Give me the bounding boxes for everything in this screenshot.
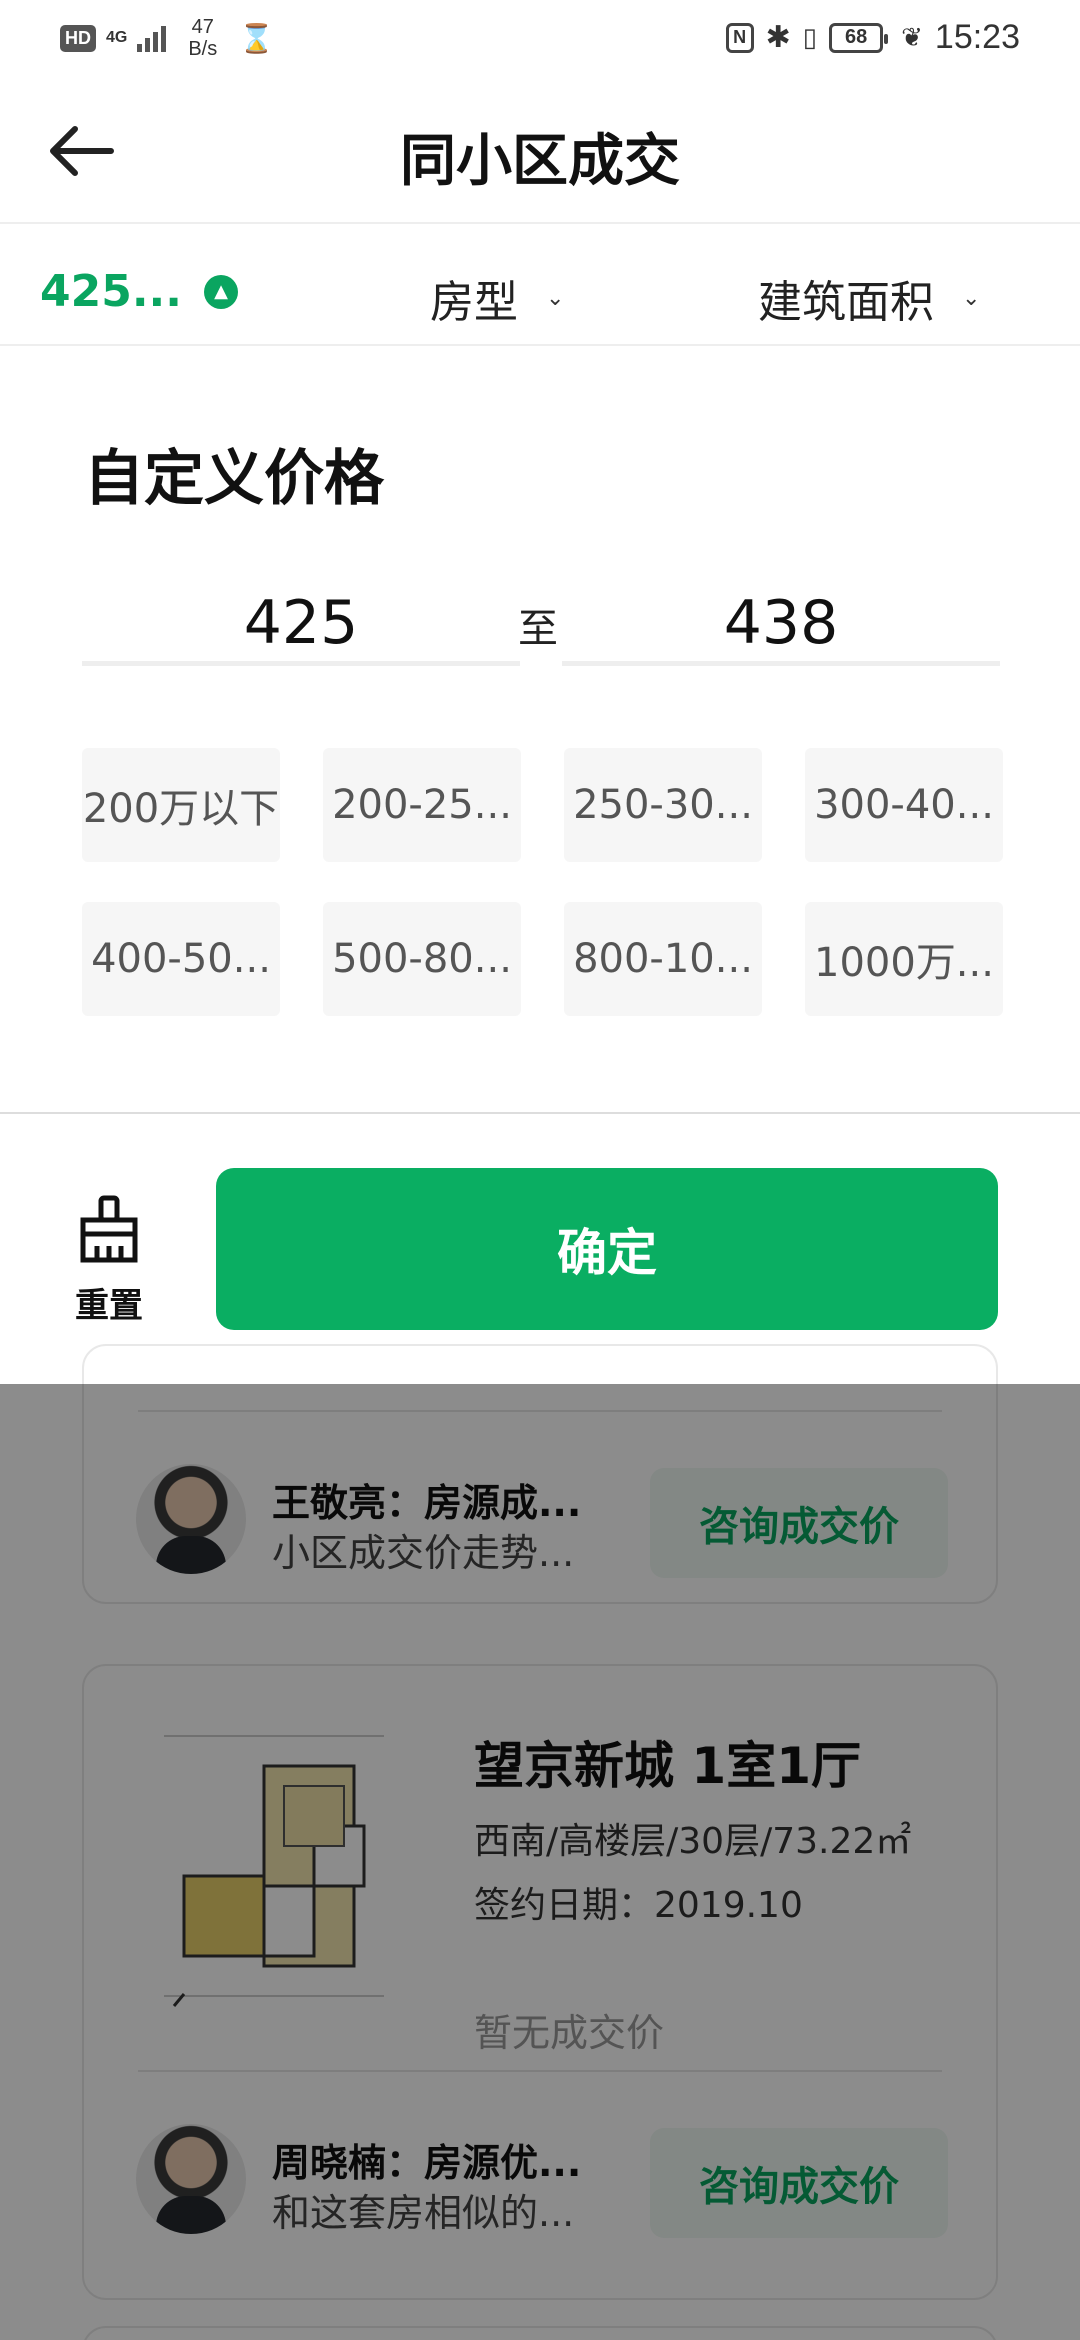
network-speed: 47 B/s — [188, 16, 217, 60]
signal-icon — [137, 24, 167, 52]
price-range-option[interactable]: 800-10... — [564, 902, 762, 1016]
leaf-icon: ❦ — [901, 22, 923, 52]
price-range-option[interactable]: 1000万... — [805, 902, 1003, 1016]
price-range-option[interactable]: 200万以下 — [82, 748, 280, 862]
min-price-input[interactable] — [82, 584, 520, 666]
room-type-filter[interactable]: 房型 ⌄ — [430, 266, 564, 330]
price-range-option[interactable]: 400-50... — [82, 902, 280, 1016]
chevron-down-icon: ⌄ — [546, 285, 565, 311]
modal-overlay[interactable] — [0, 1384, 1080, 2340]
speed-unit: B/s — [188, 38, 218, 60]
brush-icon — [80, 1195, 138, 1263]
hourglass-icon: ⌛ — [239, 22, 275, 54]
hd-badge: HD — [60, 24, 96, 52]
bluetooth-icon: ✱ — [765, 21, 791, 54]
panel-title: 自定义价格 — [84, 444, 384, 514]
room-type-filter-label: 房型 — [430, 277, 518, 328]
status-left: HD 4G 47 B/s ⌛ — [60, 16, 274, 60]
speed-value: 47 — [191, 16, 214, 38]
page-title: 同小区成交 — [400, 129, 680, 194]
price-filter[interactable]: 425... ▲ — [40, 266, 238, 317]
reset-label: 重置 — [75, 1286, 143, 1326]
clock: 15:23 — [934, 18, 1020, 56]
price-range-option[interactable]: 300-40... — [805, 748, 1003, 862]
filter-bar: 425... ▲ 房型 ⌄ 建筑面积 ⌄ — [0, 226, 1080, 346]
range-separator: 至 — [518, 606, 558, 652]
price-filter-label: 425... — [40, 266, 182, 317]
max-price-input[interactable] — [562, 584, 1000, 666]
price-range-option[interactable]: 250-30... — [564, 748, 762, 862]
price-range-option[interactable]: 200-25... — [323, 748, 521, 862]
app-header: 同小区成交 — [0, 76, 1080, 224]
battery-icon: 68 — [829, 22, 889, 53]
price-range-option[interactable]: 500-80... — [323, 902, 521, 1016]
price-range-options: 200万以下 200-25... 250-30... 300-40... 400… — [82, 748, 1003, 1016]
reset-button[interactable]: 重置 — [66, 1194, 152, 1327]
confirm-button[interactable]: 确定 — [216, 1168, 998, 1330]
chevron-down-icon: ⌄ — [962, 285, 981, 311]
chevron-up-icon: ▲ — [204, 274, 238, 309]
nfc-icon: N — [725, 22, 754, 53]
area-filter-label: 建筑面积 — [758, 277, 934, 328]
network-type: 4G — [106, 29, 128, 46]
status-right: N ✱ ▯ 68 ❦ 15:23 — [725, 18, 1020, 57]
vibrate-icon: ▯ — [802, 22, 818, 52]
custom-price-panel: 自定义价格 至 200万以下 200-25... 250-30... 300-4… — [0, 348, 1080, 1114]
status-bar: HD 4G 47 B/s ⌛ N ✱ ▯ 68 ❦ 15:23 — [0, 0, 1080, 76]
area-filter[interactable]: 建筑面积 ⌄ — [758, 266, 980, 330]
